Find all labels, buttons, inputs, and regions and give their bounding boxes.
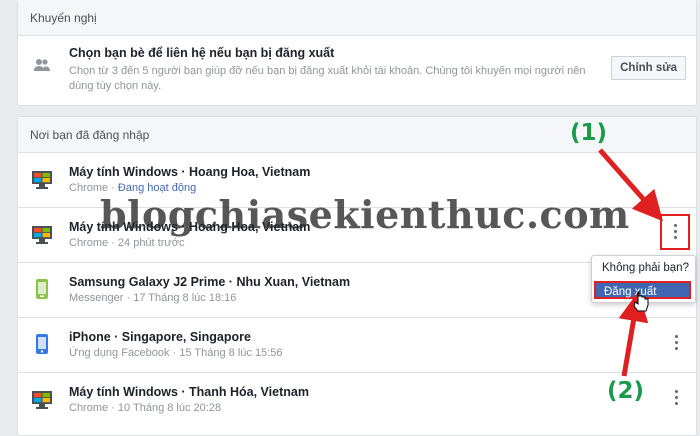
annotation-arrows xyxy=(598,148,663,377)
arrow-to-logout xyxy=(618,291,649,377)
arrow-to-options xyxy=(598,148,663,222)
hand-cursor-icon xyxy=(633,291,649,312)
